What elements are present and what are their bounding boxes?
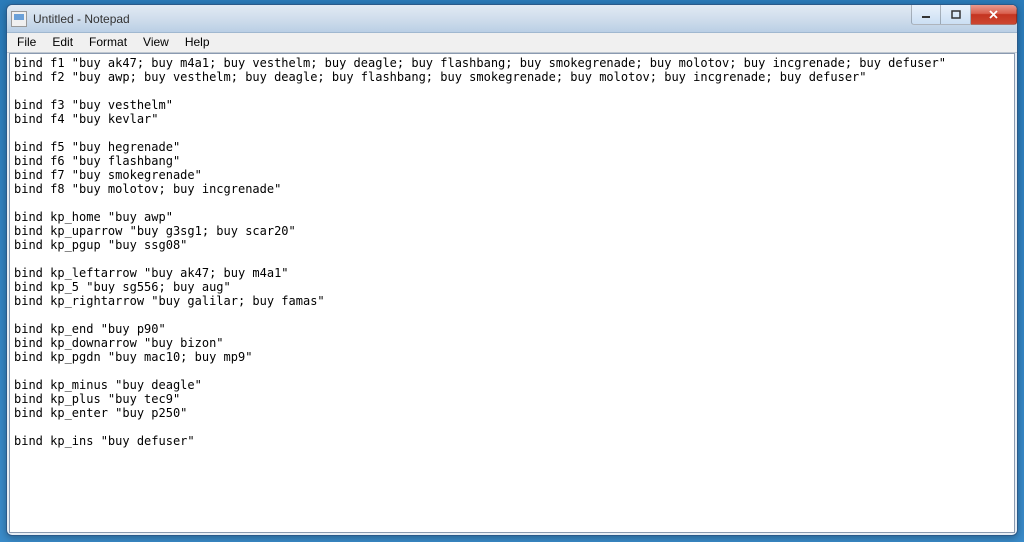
menu-edit[interactable]: Edit	[44, 33, 81, 52]
close-button[interactable]	[971, 5, 1017, 25]
notepad-window: Untitled - Notepad File Edit Format View…	[6, 4, 1018, 536]
menu-format[interactable]: Format	[81, 33, 135, 52]
maximize-button[interactable]	[941, 5, 971, 25]
menubar: File Edit Format View Help	[7, 33, 1017, 53]
minimize-button[interactable]	[911, 5, 941, 25]
menu-help[interactable]: Help	[177, 33, 218, 52]
titlebar[interactable]: Untitled - Notepad	[7, 5, 1017, 33]
minimize-icon	[921, 10, 931, 20]
window-controls	[911, 5, 1017, 25]
text-content[interactable]: bind f1 "buy ak47; buy m4a1; buy vesthel…	[14, 56, 1010, 448]
notepad-icon	[11, 11, 27, 27]
menu-view[interactable]: View	[135, 33, 177, 52]
close-icon	[988, 9, 999, 20]
menu-file[interactable]: File	[9, 33, 44, 52]
maximize-icon	[951, 10, 961, 20]
editor-viewport[interactable]: bind f1 "buy ak47; buy m4a1; buy vesthel…	[9, 53, 1015, 533]
window-title: Untitled - Notepad	[33, 12, 130, 26]
